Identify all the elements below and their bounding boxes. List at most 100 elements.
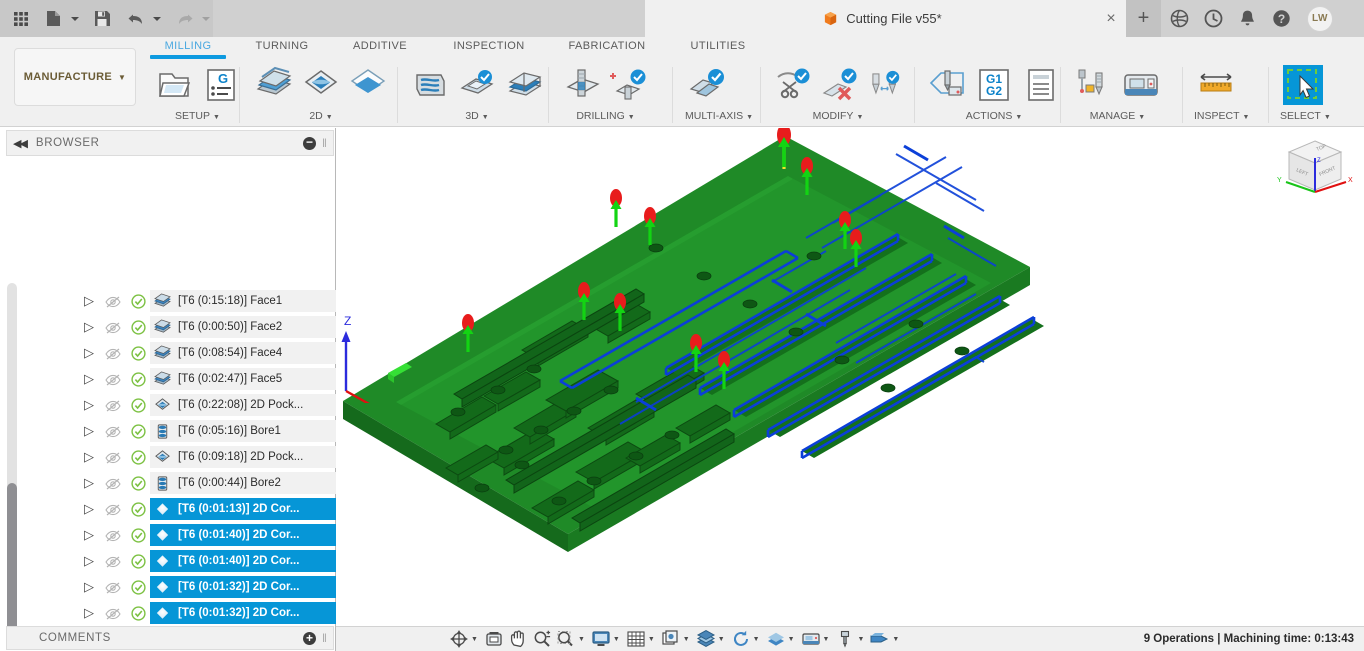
comments-resize-grip[interactable]: ‖: [322, 631, 327, 645]
ribbon-group-inspect-label[interactable]: INSPECT ▼: [1194, 110, 1249, 122]
operation-valid-icon[interactable]: [126, 319, 150, 335]
toggle-visibility-icon[interactable]: [100, 503, 126, 516]
chevron-down-icon[interactable]: ▼: [471, 636, 478, 643]
refresh-toolpath-icon-button[interactable]: ▼: [730, 629, 763, 649]
operation-valid-icon[interactable]: [126, 527, 150, 543]
drill-icon[interactable]: [560, 63, 604, 107]
operation-body[interactable]: [T6 (0:09:18)] 2D Pock...: [150, 446, 336, 468]
operation-row[interactable]: ▷ [T6 (0:22:08)] 2D Pock...: [78, 392, 336, 418]
toolpath-visibility-icon-button[interactable]: ▼: [765, 629, 798, 649]
toggle-visibility-icon[interactable]: [100, 321, 126, 334]
ribbon-group-multi-axis-label[interactable]: MULTI-AXIS ▼: [685, 110, 753, 122]
operation-body[interactable]: [T6 (0:01:40)] 2D Cor...: [150, 550, 336, 572]
expand-operation-icon[interactable]: ▷: [78, 345, 100, 361]
multi-axis-icon[interactable]: [685, 63, 729, 107]
operation-row[interactable]: ▷ [T6 (0:02:47)] Face5: [78, 366, 336, 392]
operation-row[interactable]: ▷ [T6 (0:15:18)] Face1: [78, 288, 336, 314]
toggle-visibility-icon[interactable]: [100, 581, 126, 594]
operation-body[interactable]: [T6 (0:01:32)] 2D Cor...: [150, 576, 336, 598]
operation-valid-icon[interactable]: [126, 553, 150, 569]
adaptive-2d-icon[interactable]: [346, 63, 390, 107]
tab-inspection[interactable]: INSPECTION: [440, 40, 538, 52]
tab-utilities[interactable]: UTILITIES: [679, 40, 757, 52]
expand-operation-icon[interactable]: ▷: [78, 293, 100, 309]
toggle-visibility-icon[interactable]: [100, 347, 126, 360]
operation-row[interactable]: ▷ [T6 (0:09:18)] 2D Pock...: [78, 444, 336, 470]
undo-icon[interactable]: [123, 5, 148, 32]
close-tab-button[interactable]: ×: [1096, 0, 1126, 37]
toggle-visibility-icon[interactable]: [100, 555, 126, 568]
look-at-icon-button[interactable]: [483, 629, 505, 649]
operation-valid-icon[interactable]: [126, 397, 150, 413]
operation-body[interactable]: [T6 (0:15:18)] Face1: [150, 290, 336, 312]
tool-visibility-icon-button[interactable]: ▼: [834, 629, 867, 649]
ribbon-group-actions-label[interactable]: ACTIONS ▼: [925, 110, 1063, 122]
app-grid-icon[interactable]: [8, 5, 33, 32]
delete-toolpath-icon[interactable]: [819, 63, 863, 107]
ribbon-group-setup-label[interactable]: SETUP ▼: [152, 110, 243, 122]
operation-valid-icon[interactable]: [126, 423, 150, 439]
expand-operation-icon[interactable]: ▷: [78, 501, 100, 517]
operation-valid-icon[interactable]: [126, 605, 150, 621]
operation-row[interactable]: ▷ [T6 (0:00:44)] Bore2: [78, 470, 336, 496]
browser-resize-grip[interactable]: ‖: [322, 136, 327, 150]
toggle-visibility-icon[interactable]: [100, 477, 126, 490]
pan-icon-button[interactable]: [507, 629, 529, 649]
expand-operation-icon[interactable]: ▷: [78, 371, 100, 387]
operation-row[interactable]: ▷ [T6 (0:05:16)] Bore1: [78, 418, 336, 444]
collapse-panel-icon[interactable]: ◀◀: [13, 137, 28, 150]
toggle-visibility-icon[interactable]: [100, 425, 126, 438]
workspace-switcher-button[interactable]: MANUFACTURE ▼: [14, 48, 136, 106]
chevron-down-icon[interactable]: ▼: [718, 636, 725, 643]
expand-operation-icon[interactable]: ▷: [78, 527, 100, 543]
grid-snaps-icon-button[interactable]: ▼: [625, 629, 658, 649]
toggle-visibility-icon[interactable]: [100, 295, 126, 308]
operation-body[interactable]: [T6 (0:08:54)] Face4: [150, 342, 336, 364]
operation-row[interactable]: ▷ [T6 (0:00:50)] Face2: [78, 314, 336, 340]
operation-row[interactable]: ▷ [T6 (0:08:54)] Face4: [78, 340, 336, 366]
3d-viewport[interactable]: Z TOP LEFT FRONT Z Y X: [336, 128, 1364, 626]
operation-body[interactable]: [T6 (0:00:44)] Bore2: [150, 472, 336, 494]
stock-visibility-icon-button[interactable]: ▼: [695, 629, 728, 649]
expand-operation-icon[interactable]: ▷: [78, 475, 100, 491]
expand-operation-icon[interactable]: ▷: [78, 319, 100, 335]
data-panel-icon[interactable]: [1167, 7, 1191, 31]
new-tab-button[interactable]: +: [1126, 0, 1161, 37]
chevron-down-icon[interactable]: ▼: [788, 636, 795, 643]
tool-change-icon[interactable]: [866, 65, 904, 107]
pocket-2d-icon[interactable]: [299, 63, 343, 107]
viewports-icon-button[interactable]: ▼: [660, 629, 693, 649]
toggle-visibility-icon[interactable]: [100, 399, 126, 412]
operation-valid-icon[interactable]: [126, 579, 150, 595]
parallel-3d-icon[interactable]: [455, 63, 499, 107]
zoom-icon-button[interactable]: [531, 629, 553, 649]
chevron-down-icon[interactable]: ▼: [857, 636, 864, 643]
ribbon-group-manage-label[interactable]: MANAGE ▼: [1072, 110, 1163, 122]
horizontal-3d-icon[interactable]: [502, 63, 546, 107]
chevron-down-icon[interactable]: ▼: [578, 636, 585, 643]
expand-operation-icon[interactable]: ▷: [78, 449, 100, 465]
expand-operation-icon[interactable]: ▷: [78, 605, 100, 621]
expand-operation-icon[interactable]: ▷: [78, 553, 100, 569]
toggle-visibility-icon[interactable]: [100, 451, 126, 464]
browser-scrollbar-track[interactable]: [7, 283, 17, 651]
job-status-icon[interactable]: [1201, 7, 1225, 31]
ribbon-group-2d-label[interactable]: 2D ▼: [252, 110, 390, 122]
redo-dropdown-icon[interactable]: [199, 5, 213, 32]
operation-row[interactable]: ▷ [T6 (0:01:13)] 2D Cor...: [78, 496, 336, 522]
help-icon[interactable]: ?: [1269, 7, 1293, 31]
post-process-icon[interactable]: G1 G2: [972, 63, 1016, 107]
select-cursor-icon[interactable]: [1280, 63, 1324, 107]
expand-operation-icon[interactable]: ▷: [78, 423, 100, 439]
chevron-down-icon[interactable]: ▼: [892, 636, 899, 643]
tab-turning[interactable]: TURNING: [244, 40, 320, 52]
operation-row[interactable]: ▷ [T6 (0:01:32)] 2D Cor...: [78, 574, 336, 600]
display-settings-icon-button[interactable]: ▼: [590, 629, 623, 649]
user-avatar[interactable]: LW: [1307, 5, 1333, 32]
new-file-dropdown-icon[interactable]: [69, 5, 83, 32]
operation-valid-icon[interactable]: [126, 501, 150, 517]
chevron-down-icon[interactable]: ▼: [753, 636, 760, 643]
comments-header[interactable]: COMMENTS + ‖: [6, 626, 334, 650]
measure-icon[interactable]: [1194, 63, 1238, 107]
zoom-window-icon-button[interactable]: ▼: [555, 629, 588, 649]
